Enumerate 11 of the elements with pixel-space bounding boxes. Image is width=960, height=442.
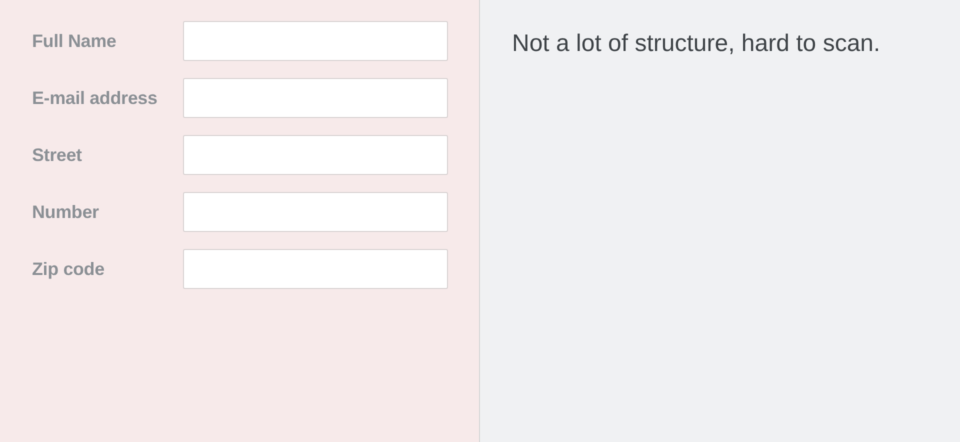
input-field[interactable] — [183, 21, 448, 61]
field-label: Street — [32, 144, 83, 166]
field-label: Number — [32, 202, 100, 222]
input-field[interactable] — [183, 135, 448, 175]
field-label: Zip code — [32, 258, 106, 280]
input-field[interactable] — [183, 192, 448, 232]
input-field[interactable] — [183, 249, 448, 289]
input-field[interactable] — [183, 78, 448, 118]
field-label: Full Name — [32, 30, 118, 52]
field-label: E-mail address — [32, 88, 158, 108]
note-text: Not a lot of structure, hard to scan. — [511, 29, 880, 58]
